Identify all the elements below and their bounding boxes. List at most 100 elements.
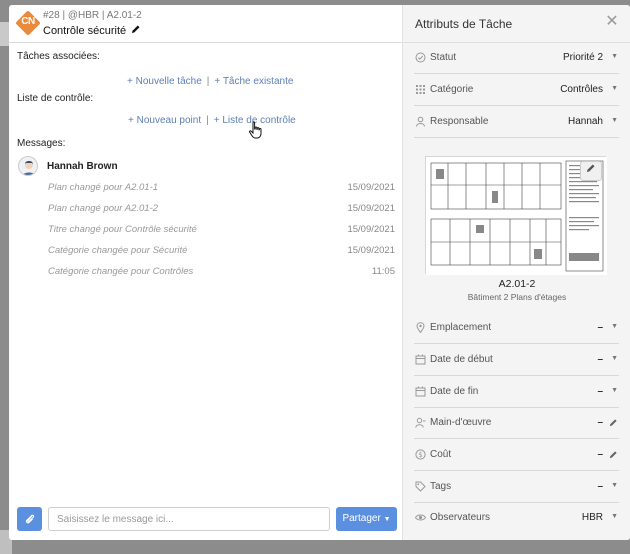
caret-down-icon: ▼ xyxy=(611,387,618,394)
edit-plan-button[interactable] xyxy=(580,161,602,181)
attr-labor[interactable]: Main-d'œuvre – xyxy=(414,411,619,439)
message-date: 11:05 xyxy=(371,266,395,277)
message-text: Catégorie changée pour Sécurité xyxy=(48,245,188,256)
location-pin-icon xyxy=(414,322,426,334)
attr-label: Coût xyxy=(430,449,452,460)
caret-down-icon: ▼ xyxy=(611,323,618,330)
link-separator: | xyxy=(206,76,210,87)
task-title: Contrôle sécurité xyxy=(43,25,127,37)
check-circle-icon xyxy=(414,52,426,64)
tag-icon xyxy=(414,481,426,493)
checklist-label: Liste de contrôle: xyxy=(17,93,94,104)
share-button[interactable]: Partager ▼ xyxy=(336,507,397,531)
caret-down-icon: ▼ xyxy=(611,117,618,124)
caret-down-icon: ▼ xyxy=(611,355,618,362)
attach-button[interactable] xyxy=(17,507,42,531)
attr-value: – xyxy=(597,354,603,365)
attr-label: Responsable xyxy=(430,116,489,127)
task-identifier: #28 | @HBR | A2.01-2 xyxy=(43,10,142,21)
pencil-icon[interactable] xyxy=(131,24,141,37)
attr-label: Main-d'œuvre xyxy=(430,417,492,428)
task-modal: CN #28 | @HBR | A2.01-2 Contrôle sécurit… xyxy=(9,5,630,540)
attr-value: Priorité 2 xyxy=(562,52,603,63)
attr-tags[interactable]: Tags – ▼ xyxy=(414,475,619,503)
share-label: Partager xyxy=(342,513,381,524)
attr-value: HBR xyxy=(581,512,603,523)
list-item: Catégorie changée pour Contrôles 11:05 xyxy=(48,266,395,277)
attr-watchers[interactable]: Observateurs HBR ▼ xyxy=(414,506,619,534)
messages-label: Messages: xyxy=(17,138,66,149)
pencil-icon xyxy=(609,450,618,461)
checklist-links: + Nouveau point | + Liste de contrôle xyxy=(128,115,296,126)
message-text: Plan changé pour A2.01-1 xyxy=(48,182,159,193)
attr-value: – xyxy=(597,449,603,460)
message-date: 15/09/2021 xyxy=(347,224,395,235)
calendar-icon xyxy=(414,354,426,366)
company-logo: CN xyxy=(15,10,41,36)
attr-category[interactable]: Catégorie Contrôles ▼ xyxy=(414,78,619,106)
attr-end-date[interactable]: Date de fin – ▼ xyxy=(414,380,619,408)
attr-value: – xyxy=(597,322,603,333)
message-text: Plan changé pour A2.01-2 xyxy=(48,203,159,214)
message-date: 15/09/2021 xyxy=(347,245,395,256)
link-separator: | xyxy=(206,115,209,126)
attr-label: Date de fin xyxy=(430,386,479,397)
caret-down-icon: ▼ xyxy=(383,516,391,523)
associated-tasks-label: Tâches associées: xyxy=(17,51,100,62)
message-input[interactable] xyxy=(48,507,330,531)
existing-task-link[interactable]: + Tâche existante xyxy=(214,76,293,87)
message-composer: Partager ▼ xyxy=(9,505,402,540)
paperclip-icon xyxy=(25,514,34,524)
attr-value: Hannah xyxy=(567,116,603,127)
user-icon xyxy=(414,116,426,128)
attr-cost[interactable]: $ Coût – xyxy=(414,443,619,471)
caret-down-icon: ▼ xyxy=(611,85,618,92)
task-header: CN #28 | @HBR | A2.01-2 Contrôle sécurit… xyxy=(9,5,402,43)
message-text: Titre changé pour Contrôle sécurité xyxy=(48,224,197,235)
attr-location[interactable]: Emplacement – ▼ xyxy=(414,316,619,344)
divider xyxy=(403,42,630,43)
attr-label: Catégorie xyxy=(430,84,474,95)
task-title-row[interactable]: Contrôle sécurité xyxy=(43,24,141,37)
grid-icon xyxy=(414,84,426,96)
new-point-link[interactable]: + Nouveau point xyxy=(128,115,201,126)
eye-icon xyxy=(414,512,426,524)
list-item: Plan changé pour A2.01-2 15/09/2021 xyxy=(48,203,395,214)
user-outline-icon xyxy=(414,417,426,429)
pencil-icon xyxy=(609,418,618,429)
attr-assignee[interactable]: Responsable Hannah ▼ xyxy=(414,110,619,138)
dollar-icon: $ xyxy=(414,449,426,461)
caret-down-icon: ▼ xyxy=(611,482,618,489)
attr-start-date[interactable]: Date de début – ▼ xyxy=(414,348,619,376)
avatar xyxy=(18,156,38,176)
list-item: Titre changé pour Contrôle sécurité 15/09… xyxy=(48,224,395,235)
close-icon[interactable]: ✕ xyxy=(604,14,620,30)
calendar-icon xyxy=(414,386,426,398)
attr-value: – xyxy=(597,481,603,492)
message-date: 15/09/2021 xyxy=(347,203,395,214)
plan-name: A2.01-2 xyxy=(498,278,536,290)
author-name: Hannah Brown xyxy=(47,161,118,172)
task-main-pane: CN #28 | @HBR | A2.01-2 Contrôle sécurit… xyxy=(9,5,402,540)
attr-status[interactable]: Statut Priorité 2 ▼ xyxy=(414,46,619,74)
message-text: Catégorie changée pour Contrôles xyxy=(48,266,194,277)
attr-value: – xyxy=(597,417,603,428)
caret-down-icon: ▼ xyxy=(611,53,618,60)
attr-value: Contrôles xyxy=(560,84,603,95)
attr-label: Statut xyxy=(430,52,457,63)
attr-label: Date de début xyxy=(430,354,493,365)
plan-thumbnail[interactable] xyxy=(425,156,607,275)
new-task-link[interactable]: + Nouvelle tâche xyxy=(127,76,202,87)
attr-label: Tags xyxy=(430,481,452,492)
attr-label: Emplacement xyxy=(430,322,492,333)
task-attributes-panel: Attributs de Tâche ✕ Statut Priorité 2 ▼… xyxy=(402,5,630,540)
list-item: Plan changé pour A2.01-1 15/09/2021 xyxy=(48,182,395,193)
hand-cursor-icon xyxy=(248,121,264,139)
attr-value: – xyxy=(597,386,603,397)
associated-tasks-links: + Nouvelle tâche | + Tâche existante xyxy=(127,76,293,87)
list-item: Catégorie changée pour Sécurité 15/09/202… xyxy=(48,245,395,256)
message-date: 15/09/2021 xyxy=(347,182,395,193)
attr-label: Observateurs xyxy=(430,512,491,523)
panel-title: Attributs de Tâche xyxy=(415,17,513,31)
caret-down-icon: ▼ xyxy=(611,513,618,520)
